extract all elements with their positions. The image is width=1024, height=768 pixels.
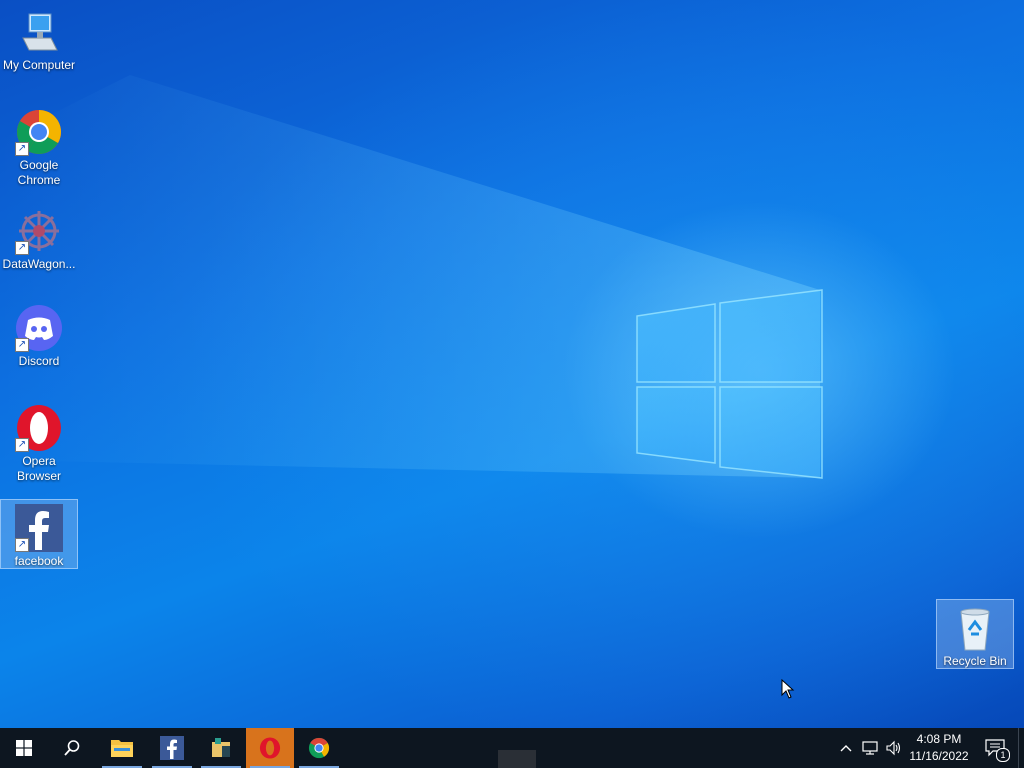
desktop-icon-label: Google Chrome — [17, 158, 61, 187]
desktop-icon-label: Recycle Bin — [943, 654, 1007, 668]
app-icon — [212, 738, 230, 757]
desktop-icon-label: Discord — [18, 354, 60, 368]
search-icon — [64, 740, 80, 756]
desktop-icon-label: Opera Browser — [16, 454, 61, 483]
clock-date: 11/16/2022 — [909, 749, 969, 763]
shortcut-arrow-icon: ↗ — [15, 241, 29, 255]
taskbar-chrome[interactable] — [295, 728, 343, 768]
desktop-icon-label: DataWagon... — [2, 257, 76, 271]
volume-button[interactable] — [883, 728, 905, 768]
shortcut-arrow-icon: ↗ — [15, 142, 29, 156]
chrome-icon: ↗ — [15, 108, 63, 156]
shortcut-arrow-icon: ↗ — [15, 538, 29, 552]
taskbar-facebook[interactable] — [148, 728, 196, 768]
desktop-icon-my-computer[interactable]: My Computer — [1, 4, 77, 73]
windows-logo — [636, 289, 823, 479]
recycle-bin-icon — [951, 604, 999, 652]
taskbar-app[interactable] — [197, 728, 245, 768]
wallpaper — [0, 75, 823, 479]
chevron-up-icon — [840, 745, 852, 752]
clock-time: 4:08 PM — [916, 732, 962, 746]
search-button[interactable] — [48, 728, 96, 768]
desktop-icon-discord[interactable]: ↗ Discord — [1, 300, 77, 369]
show-hidden-icons-button[interactable] — [836, 728, 856, 768]
taskbar-file-explorer[interactable] — [98, 728, 146, 768]
desktop-icon-label: facebook — [14, 554, 64, 568]
shortcut-arrow-icon: ↗ — [15, 338, 29, 352]
start-button[interactable] — [0, 728, 48, 768]
facebook-icon — [160, 736, 184, 760]
desktop-icon-google-chrome[interactable]: ↗ Google Chrome — [1, 104, 77, 188]
start-icon — [16, 740, 32, 756]
desktop-icon-recycle-bin[interactable]: Recycle Bin — [936, 599, 1014, 669]
desktop-icon-facebook[interactable]: ↗ facebook — [0, 499, 78, 569]
chrome-icon — [308, 737, 330, 759]
desktop-icon-opera[interactable]: ↗ Opera Browser — [1, 400, 77, 484]
action-center-button[interactable]: 1 — [978, 728, 1012, 768]
datawagon-icon: ↗ — [15, 207, 63, 255]
mouse-cursor-icon — [781, 679, 795, 699]
taskbar: 4:08 PM 11/16/2022 1 — [0, 728, 1024, 768]
clock[interactable]: 4:08 PM 11/16/2022 — [906, 728, 972, 768]
opera-icon: ↗ — [15, 404, 63, 452]
network-icon — [862, 741, 878, 755]
taskbar-opera[interactable] — [246, 728, 294, 768]
facebook-icon: ↗ — [15, 504, 63, 552]
desktop[interactable]: My Computer ↗ Google Chrome ↗ DataWagon.… — [0, 0, 1024, 728]
volume-icon — [886, 740, 901, 756]
computer-icon — [15, 8, 63, 56]
show-desktop-button[interactable] — [1018, 728, 1024, 768]
desktop-icon-datawagon[interactable]: ↗ DataWagon... — [1, 203, 77, 272]
discord-icon: ↗ — [15, 304, 63, 352]
taskbar-tray-shadow — [498, 750, 536, 768]
opera-icon — [259, 737, 281, 759]
desktop-icon-label: My Computer — [2, 58, 76, 72]
file-explorer-icon — [111, 740, 133, 757]
shortcut-arrow-icon: ↗ — [15, 438, 29, 452]
network-button[interactable] — [860, 728, 882, 768]
notification-badge: 1 — [996, 748, 1010, 762]
